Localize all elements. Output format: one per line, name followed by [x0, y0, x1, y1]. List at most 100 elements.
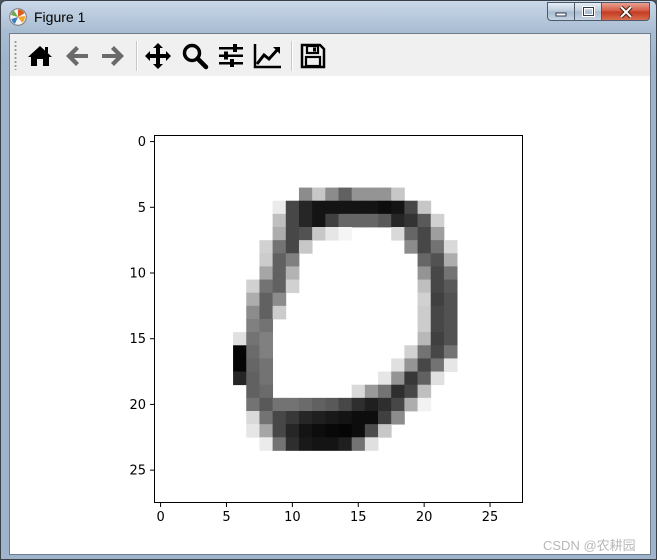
image-pixel [391, 227, 405, 241]
subplots-button[interactable] [216, 41, 246, 71]
image-pixel [351, 187, 366, 202]
image-pixel [285, 279, 300, 294]
image-pixel [417, 227, 432, 241]
image-pixel [272, 397, 287, 412]
image-pixel [246, 292, 260, 307]
image-pixel [338, 213, 353, 228]
image-pixel [246, 358, 260, 372]
image-pixel [233, 332, 247, 346]
x-tick-label: 20 [416, 510, 433, 525]
back-button[interactable] [62, 41, 92, 71]
image-pixel [404, 397, 418, 412]
image-pixel [351, 384, 366, 399]
navigation-toolbar [10, 34, 650, 77]
image-pixel [312, 227, 326, 241]
image-pixel [272, 240, 287, 254]
sliders-icon [219, 44, 243, 67]
image-pixel [378, 397, 392, 412]
image-pixel [430, 227, 445, 241]
image-pixel [312, 437, 326, 451]
image-pixel [325, 411, 339, 425]
image-pixel [417, 358, 432, 372]
maximize-button[interactable] [575, 2, 602, 21]
arrow-right-icon [102, 46, 124, 66]
image-pixel [417, 397, 432, 412]
image-pixel [338, 397, 353, 412]
image-pixel [259, 305, 274, 320]
image-pixel [246, 345, 260, 359]
image-pixel [364, 187, 379, 202]
image-pixel [430, 253, 445, 267]
image-pixel [259, 411, 274, 425]
watermark: CSDN @农耕园 [543, 538, 636, 553]
image-pixel [391, 200, 405, 215]
move-arrows-icon [145, 43, 171, 69]
image-pixel [378, 424, 392, 438]
image-pixel [272, 424, 287, 438]
image-pixel [285, 437, 300, 451]
x-tick-label: 5 [222, 510, 230, 525]
image-pixel [338, 424, 353, 438]
image-pixel [338, 200, 353, 215]
magnifier-icon [182, 43, 209, 70]
save-button[interactable] [298, 41, 328, 71]
minimize-button[interactable] [547, 2, 575, 21]
y-tick-label: 15 [129, 332, 146, 347]
image-pixel [259, 384, 274, 399]
image-pixel [312, 200, 326, 215]
image-pixel [364, 397, 379, 412]
toolbar-separator [136, 41, 138, 71]
figure-canvas[interactable]: 0 5 10 15 20 25 0 5 10 15 20 25 [10, 76, 650, 554]
image-pixel [430, 213, 445, 228]
arrow-left-icon [66, 46, 88, 66]
figure-client-area: 0 5 10 15 20 25 0 5 10 15 20 25 [9, 33, 651, 555]
image-pixel [338, 437, 353, 451]
image-pixel [430, 266, 445, 280]
image-pixel [443, 279, 458, 294]
window-title: Figure 1 [34, 9, 86, 25]
image-pixel [259, 437, 274, 451]
image-pixel [259, 266, 274, 280]
pan-button[interactable] [143, 41, 173, 71]
forward-button[interactable] [98, 41, 128, 71]
image-pixel [233, 358, 247, 372]
image-pixel [404, 358, 418, 372]
image-pixel [443, 292, 458, 307]
image-pixel [285, 200, 300, 215]
x-tick-label: 0 [156, 510, 164, 525]
image-pixel [246, 305, 260, 320]
image-pixel [259, 279, 274, 294]
y-tick-label: 25 [129, 464, 146, 479]
image-pixel [298, 240, 313, 254]
edit-axes-button[interactable] [253, 41, 283, 71]
image-pixel [272, 437, 287, 451]
image-pixel [259, 345, 274, 359]
toolbar-grip[interactable] [14, 40, 17, 70]
image-pixel [246, 411, 260, 425]
image-pixel [233, 371, 247, 386]
image-pixel [417, 240, 432, 254]
image-pixel [430, 305, 445, 320]
image-pixel [351, 200, 366, 215]
image-pixel [351, 213, 366, 228]
image-pixel [246, 332, 260, 346]
home-button[interactable] [25, 41, 55, 71]
image-pixel [417, 292, 432, 307]
image-pixel [443, 319, 458, 333]
zoom-button[interactable] [180, 41, 210, 71]
image-pixel [325, 187, 339, 202]
minimize-icon [555, 12, 567, 16]
image-pixel [443, 253, 458, 267]
image-pixel [338, 411, 353, 425]
close-button[interactable] [602, 2, 650, 21]
image-pixel [443, 305, 458, 320]
title-bar[interactable]: Figure 1 [1, 1, 656, 33]
image-pixel [364, 411, 379, 425]
image-pixel [430, 279, 445, 294]
image-pixel [430, 319, 445, 333]
image-pixel [364, 200, 379, 215]
image-pixel [430, 371, 445, 386]
image-pixel [285, 240, 300, 254]
image-pixel [430, 345, 445, 359]
image-plot[interactable]: 0 5 10 15 20 25 0 5 10 15 20 25 [10, 76, 650, 554]
